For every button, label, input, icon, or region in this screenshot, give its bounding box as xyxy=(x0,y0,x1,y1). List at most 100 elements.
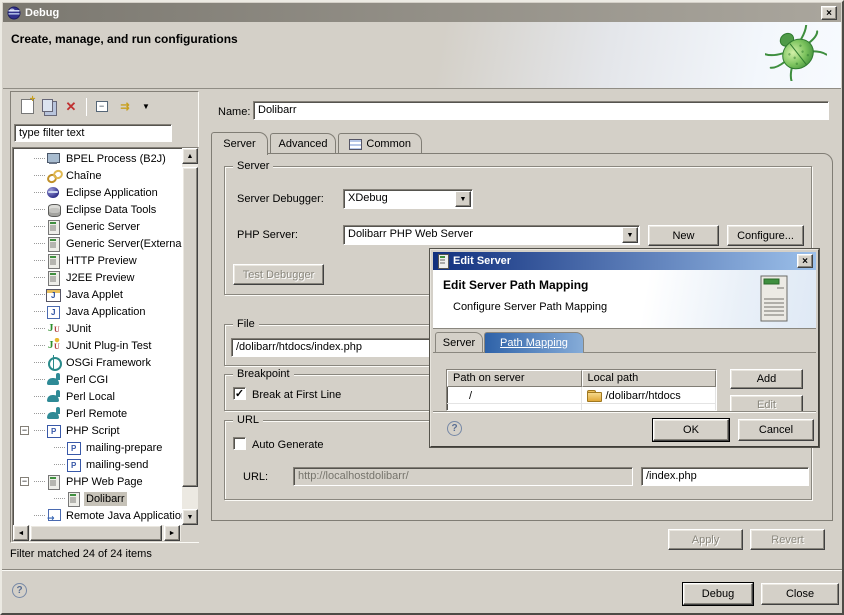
name-input[interactable]: Dolibarr xyxy=(253,101,829,120)
tree-item[interactable]: − PHP Web Page xyxy=(13,473,181,490)
dialog-close-button[interactable]: × xyxy=(797,254,813,268)
dialog-header: Edit Server Path Mapping Configure Serve… xyxy=(433,270,816,329)
server-icon xyxy=(46,219,61,234)
duplicate-icon[interactable] xyxy=(38,96,60,118)
scroll-right-icon[interactable]: ► xyxy=(164,525,180,541)
server-icon xyxy=(46,270,61,285)
help-icon[interactable]: ? xyxy=(12,583,27,598)
path-mapping-table: Path on server Local path / /dolibarr/ht… xyxy=(446,369,717,411)
filter-icon[interactable]: ⇉ xyxy=(113,96,135,118)
server-icon xyxy=(437,254,448,268)
tree-item[interactable]: Remote Java Application xyxy=(13,507,181,524)
tree-item[interactable]: − PHP Script xyxy=(13,422,181,439)
tree-item[interactable]: JUnit xyxy=(13,320,181,337)
debug-button[interactable]: Debug xyxy=(683,583,753,605)
bug-icon xyxy=(765,25,827,81)
tree-item[interactable]: Eclipse Application xyxy=(13,184,181,201)
collapse-expander-icon[interactable]: − xyxy=(20,477,29,486)
apply-button[interactable]: Apply xyxy=(668,529,743,550)
new-config-icon[interactable] xyxy=(16,96,38,118)
tree-item-label: J2EE Preview xyxy=(64,271,136,285)
tab-server[interactable]: Server xyxy=(211,132,268,155)
camel-icon xyxy=(46,372,61,387)
tree-item[interactable]: Perl CGI xyxy=(13,371,181,388)
tree-item-label: HTTP Preview xyxy=(64,254,139,268)
tree-item[interactable]: Chaîne xyxy=(13,167,181,184)
dialog-tab-server[interactable]: Server xyxy=(435,332,483,353)
bpel-process-icon xyxy=(46,151,61,166)
tree-item-label: Dolibarr xyxy=(84,492,127,506)
tree-item[interactable]: Perl Local xyxy=(13,388,181,405)
empty-cell xyxy=(582,404,717,411)
tree-item-label: PHP Script xyxy=(64,424,122,438)
scroll-down-icon[interactable]: ▼ xyxy=(182,509,198,525)
tree-item-label: OSGi Framework xyxy=(64,356,153,370)
collapse-expander-icon[interactable]: − xyxy=(20,426,29,435)
scroll-left-icon[interactable]: ◄ xyxy=(13,525,29,541)
tree-item[interactable]: Java Application xyxy=(13,303,181,320)
column-header-path-on-server[interactable]: Path on server xyxy=(447,370,582,387)
tree-hscrollbar[interactable]: ◄ ► xyxy=(13,525,198,541)
osgi-icon xyxy=(46,355,61,370)
tree-item[interactable]: Java Applet xyxy=(13,286,181,303)
tab-advanced[interactable]: Advanced xyxy=(270,133,336,154)
tree-item[interactable]: OSGi Framework xyxy=(13,354,181,371)
revert-button[interactable]: Revert xyxy=(750,529,825,550)
filter-status: Filter matched 24 of 24 items xyxy=(10,548,152,560)
local-path-cell: /dolibarr/htdocs xyxy=(582,387,716,403)
tree-item[interactable]: BPEL Process (B2J) xyxy=(13,150,181,167)
local-path-value: /dolibarr/htdocs xyxy=(606,390,681,402)
tab-common[interactable]: Common xyxy=(338,133,422,154)
tree-item-label: Java Application xyxy=(64,305,148,319)
add-mapping-button[interactable]: Add xyxy=(730,369,803,389)
camel-icon xyxy=(46,389,61,404)
tree-item[interactable]: Generic Server xyxy=(13,218,181,235)
vscroll-thumb[interactable] xyxy=(182,167,198,487)
table-row[interactable]: / /dolibarr/htdocs xyxy=(447,387,716,404)
tree-item[interactable]: mailing-send xyxy=(13,456,181,473)
delete-icon[interactable]: ✕ xyxy=(60,96,82,118)
hscroll-thumb[interactable] xyxy=(30,525,162,541)
tree-item-label: Eclipse Data Tools xyxy=(64,203,158,217)
collapse-all-icon[interactable] xyxy=(91,96,113,118)
close-button[interactable]: Close xyxy=(761,583,839,605)
eclipse-sphere-icon xyxy=(46,185,61,200)
server-icon xyxy=(46,253,61,268)
tree-item-label: PHP Web Page xyxy=(64,475,145,489)
tree-item[interactable]: HTTP Preview xyxy=(13,252,181,269)
tree-item[interactable]: Dolibarr xyxy=(13,490,181,507)
scroll-corner xyxy=(181,525,198,541)
tree-item[interactable]: Perl Remote xyxy=(13,405,181,422)
config-tree: Remote Java ApplicationDolibarr−PHP Web … xyxy=(12,147,199,542)
tree-item[interactable]: mailing-prepare xyxy=(13,439,181,456)
dialog-help-icon[interactable]: ? xyxy=(447,421,462,436)
footer-divider xyxy=(2,569,842,570)
server-icon xyxy=(66,491,81,506)
scroll-up-icon[interactable]: ▲ xyxy=(182,148,198,164)
tree-item[interactable]: JUnit Plug-in Test xyxy=(13,337,181,354)
tree-item-label: JUnit Plug-in Test xyxy=(64,339,153,353)
tree-item-label: Remote Java Application xyxy=(64,509,189,523)
name-label: Name: xyxy=(218,106,250,118)
tree-item[interactable]: Eclipse Data Tools xyxy=(13,201,181,218)
tree-vscrollbar[interactable]: ▲ ▼ xyxy=(182,148,198,526)
tree-item[interactable]: J2EE Preview xyxy=(13,269,181,286)
filter-input[interactable]: type filter text xyxy=(14,124,172,142)
tree-item[interactable]: Generic Server(External La xyxy=(13,235,181,252)
dialog-tab-path-mapping[interactable]: Path Mapping xyxy=(484,332,584,353)
dialog-heading: Edit Server Path Mapping xyxy=(443,278,588,292)
ok-button[interactable]: OK xyxy=(653,419,729,441)
server-icon xyxy=(46,474,61,489)
table-header-row: Path on server Local path xyxy=(447,370,716,387)
menu-caret-icon[interactable]: ▼ xyxy=(135,96,157,118)
dialog-titlebar[interactable]: Edit Server × xyxy=(433,252,816,270)
column-header-local-path[interactable]: Local path xyxy=(582,370,717,387)
tree-item-label: Generic Server xyxy=(64,220,142,234)
cancel-button[interactable]: Cancel xyxy=(738,419,814,441)
tree-item-label: Java Applet xyxy=(64,288,125,302)
window-titlebar[interactable]: Debug × xyxy=(3,3,841,22)
tree-item-label: Perl Remote xyxy=(64,407,129,421)
java-icon xyxy=(46,304,61,319)
window-close-button[interactable]: × xyxy=(821,6,837,20)
junit-icon xyxy=(46,321,61,336)
